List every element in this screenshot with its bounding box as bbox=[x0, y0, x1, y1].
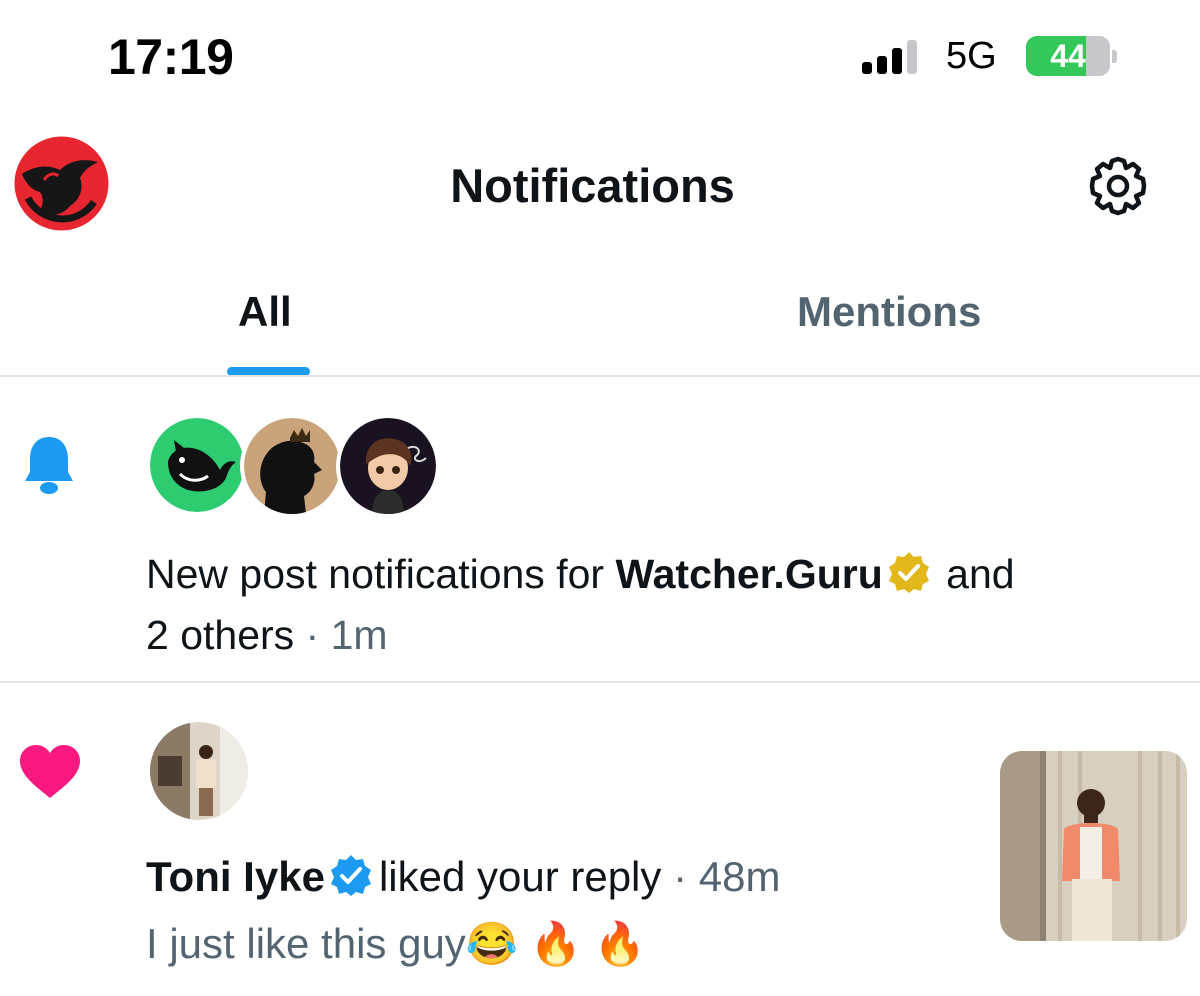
notification-time: 48m bbox=[698, 853, 781, 900]
notification-suffix: and bbox=[934, 551, 1015, 597]
avatar-watcher-guru[interactable] bbox=[150, 418, 244, 512]
whale-logo-icon bbox=[150, 418, 244, 512]
status-time: 17:19 bbox=[108, 29, 234, 85]
tab-mentions[interactable]: Mentions bbox=[797, 288, 981, 336]
silhouette-avatar-icon bbox=[244, 418, 340, 514]
notification-others[interactable]: 2 others bbox=[146, 612, 294, 658]
divider bbox=[0, 375, 1200, 377]
cartoon-avatar-icon bbox=[340, 418, 436, 514]
avatar-cartoon[interactable] bbox=[340, 418, 436, 514]
battery-icon: 44 bbox=[1026, 36, 1110, 76]
divider bbox=[0, 681, 1200, 683]
gear-icon bbox=[1089, 156, 1147, 216]
settings-button[interactable] bbox=[1086, 154, 1150, 218]
tab-all[interactable]: All bbox=[238, 288, 292, 336]
battery-tip bbox=[1112, 50, 1117, 63]
avatar-silhouette[interactable] bbox=[244, 418, 340, 514]
reply-media-thumbnail[interactable] bbox=[1000, 751, 1187, 941]
photo-thumbnail-icon bbox=[1000, 751, 1187, 941]
avatar-toni-iyke[interactable] bbox=[150, 722, 248, 820]
notification-prefix: New post notifications for bbox=[146, 551, 616, 597]
separator-dot: · bbox=[294, 612, 331, 658]
user-photo-icon bbox=[150, 722, 248, 820]
user-name-toni-iyke[interactable]: Toni Iyke bbox=[146, 853, 325, 900]
network-label: 5G bbox=[946, 35, 997, 77]
page-title: Notifications bbox=[450, 159, 735, 212]
like-notification-text: Toni Iyke liked your reply · 48m bbox=[146, 846, 966, 908]
notification-time: 1m bbox=[330, 612, 388, 658]
verified-gold-badge-icon bbox=[888, 552, 929, 593]
signal-icon bbox=[862, 40, 922, 74]
verified-badge-icon bbox=[330, 855, 371, 896]
bell-icon bbox=[25, 437, 73, 494]
account-name-watcher-guru[interactable]: Watcher.Guru bbox=[615, 551, 882, 597]
heart-icon bbox=[20, 745, 80, 798]
liked-reply-text[interactable]: I just like this guy😂 🔥 🔥 bbox=[146, 920, 646, 969]
notification-text: New post notifications for Watcher.Guru … bbox=[146, 544, 1186, 666]
separator-dot: · bbox=[661, 853, 699, 900]
like-action: liked your reply bbox=[378, 853, 662, 900]
battery-level: 44 bbox=[1050, 38, 1086, 74]
